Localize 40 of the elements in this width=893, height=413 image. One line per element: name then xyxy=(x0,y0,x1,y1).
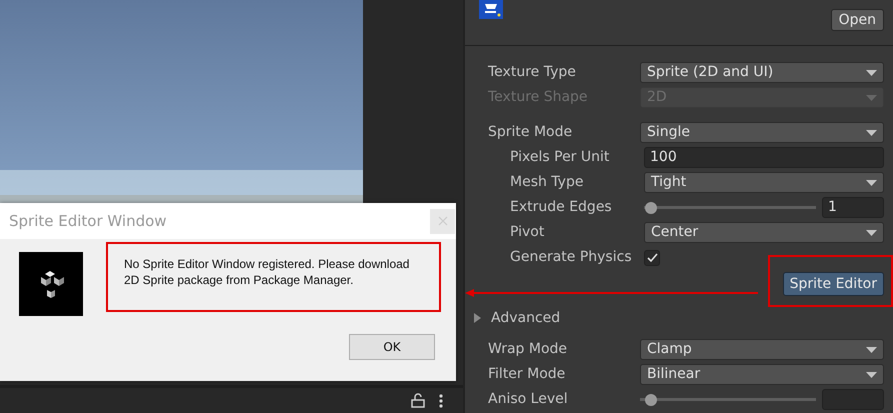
slider-thumb[interactable] xyxy=(644,394,657,406)
field-label: Pivot xyxy=(510,223,546,242)
expand-arrow-icon xyxy=(473,313,483,323)
text-field[interactable]: 100 xyxy=(644,147,884,168)
dropdown[interactable]: Sprite (2D and UI) xyxy=(640,62,884,83)
close-icon xyxy=(438,216,448,226)
sprite-editor-button[interactable]: Sprite Editor xyxy=(782,272,884,296)
dropdown[interactable]: Center xyxy=(644,222,884,243)
dropdown-arrow-icon xyxy=(866,230,877,236)
texture-thumbnail-icon xyxy=(479,0,503,19)
dialog-message: No Sprite Editor Window registered. Please download 2D Sprite package from Package Manager. xyxy=(124,256,410,288)
dropdown-arrow-icon xyxy=(866,346,877,352)
dropdown[interactable]: Bilinear xyxy=(640,364,884,385)
field-label: Filter Mode xyxy=(488,365,566,384)
dropdown-arrow-icon xyxy=(866,372,877,378)
checkbox[interactable] xyxy=(644,250,660,266)
dropdown[interactable]: Single xyxy=(640,122,884,143)
field-label: Texture Type xyxy=(488,63,577,82)
ok-button[interactable]: OK xyxy=(349,334,435,360)
field-label: Wrap Mode xyxy=(488,340,568,359)
advanced-foldout[interactable]: Advanced xyxy=(473,308,560,328)
dropdown-arrow-icon xyxy=(866,94,877,100)
dropdown-arrow-icon xyxy=(866,180,877,186)
number-field[interactable]: 1 xyxy=(822,197,884,218)
field-label: Extrude Edges xyxy=(510,198,613,217)
field-label: Generate Physics xyxy=(510,248,633,267)
field-label: Aniso Level xyxy=(488,390,569,409)
field-label: Pixels Per Unit xyxy=(510,148,610,167)
lock-icon[interactable] xyxy=(411,393,425,408)
slider-thumb[interactable] xyxy=(644,202,657,214)
dropdown[interactable]: Clamp xyxy=(640,339,884,360)
dropdown-arrow-icon xyxy=(866,70,877,76)
field-label: Mesh Type xyxy=(510,173,584,192)
field-label: Sprite Mode xyxy=(488,123,574,142)
open-button[interactable]: Open xyxy=(830,9,884,31)
dropdown[interactable]: Tight xyxy=(644,172,884,193)
more-options-icon[interactable] xyxy=(439,394,443,408)
dropdown-arrow-icon xyxy=(866,130,877,136)
checkmark-icon xyxy=(646,252,658,262)
dialog-title: Sprite Editor Window xyxy=(9,210,167,232)
